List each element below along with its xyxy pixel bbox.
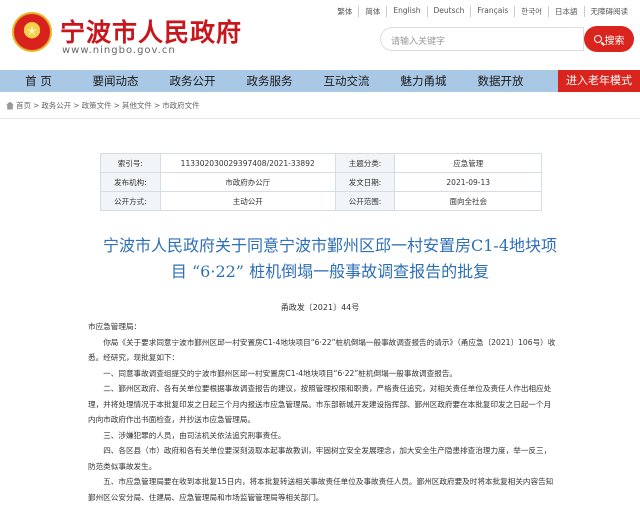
table-row: 发布机构: 市政府办公厅 发文日期: 2021-09-13: [100, 172, 542, 192]
search-button-label: 搜索: [604, 35, 625, 47]
meta-key: 主题分类:: [334, 153, 396, 173]
site-url: www.ningbo.gov.cn: [62, 45, 176, 56]
paragraph: 三、涉嫌犯罪的人员，由司法机关依法追究刑事责任。: [103, 430, 286, 440]
site-title[interactable]: 宁波市人民政府: [60, 13, 242, 49]
nav-news[interactable]: 要闻动态: [77, 70, 154, 92]
meta-key: 公开范围:: [334, 191, 396, 211]
elder-mode-button[interactable]: 进入老年模式: [558, 70, 640, 92]
accessibility-link[interactable]: 无障碍阅读: [583, 6, 635, 17]
site-header: 繁体 简体 English Deutsch Français 한국어 日本語 无…: [0, 0, 640, 70]
article-content: 索引号: 113302030029397408/2021-33892 主题分类:…: [0, 118, 640, 522]
meta-value: 应急管理: [394, 153, 542, 173]
home-icon: [6, 101, 14, 110]
paragraph: 一、同意事故调查组提交的宁波市鄞州区邱一村安置房C1-4地块项目“6·22”桩机…: [103, 368, 458, 378]
search-button[interactable]: 搜索: [584, 26, 634, 52]
nav-city-charm[interactable]: 魅力甬城: [385, 70, 462, 92]
lang-deutsch[interactable]: Deutsch: [426, 6, 471, 17]
document-title: 宁波市人民政府关于同意宁波市鄞州区邱一村安置房C1-4地块项 目 “6·22” …: [80, 233, 580, 285]
breadcrumb-gov-affairs[interactable]: 政务公开: [41, 100, 71, 111]
document-meta-table: 索引号: 113302030029397408/2021-33892 主题分类:…: [100, 153, 542, 211]
search-icon: [593, 35, 602, 43]
lang-japanese[interactable]: 日本語: [548, 6, 584, 17]
nav-interaction[interactable]: 互动交流: [308, 70, 385, 92]
document-title-line: 目 “6·22” 桩机倒塌一般事故调查报告的批复: [170, 262, 490, 281]
search-input[interactable]: 请输入关键字: [380, 27, 584, 51]
document-body: 市应急管理局： 你局《关于要求同意宁波市鄞州区邱一村安置房C1-4地块项目“6·…: [88, 319, 558, 505]
meta-key: 索引号:: [100, 153, 161, 173]
meta-value: 2021-09-13: [394, 172, 542, 192]
nav-gov-services[interactable]: 政务服务: [231, 70, 308, 92]
meta-value: 面向全社会: [394, 191, 542, 211]
paragraph: 市应急管理局：: [88, 322, 142, 331]
nav-home[interactable]: 首 页: [0, 70, 77, 92]
meta-value: 市政府办公厅: [159, 172, 336, 192]
paragraph: 五、市应急管理局要在收到本批复15日内，将本批复转送相关事故责任单位及事故责任人…: [88, 477, 554, 502]
nav-open-data[interactable]: 数据开放: [462, 70, 539, 92]
breadcrumb-policy[interactable]: 政策文件: [82, 100, 112, 111]
lang-traditional[interactable]: 繁体: [331, 6, 358, 17]
breadcrumb: 首页 > 政务公开 > 政策文件 > 其他文件 > 市政府文件: [6, 100, 200, 111]
lang-korean[interactable]: 한국어: [514, 6, 548, 17]
paragraph: 四、各区县（市）政府和各有关单位要深刻汲取本起事故教训，牢固树立安全发展理念，加…: [88, 446, 552, 471]
breadcrumb-home[interactable]: 首页: [16, 100, 31, 111]
breadcrumb-city-docs[interactable]: 市政府文件: [162, 100, 200, 111]
table-row: 索引号: 113302030029397408/2021-33892 主题分类:…: [100, 153, 542, 173]
lang-english[interactable]: English: [386, 6, 426, 17]
document-title-line: 宁波市人民政府关于同意宁波市鄞州区邱一村安置房C1-4地块项: [102, 236, 557, 255]
main-nav: 首 页 要闻动态 政务公开 政务服务 互动交流 魅力甬城 数据开放 进入老年模式: [0, 70, 640, 92]
lang-simplified[interactable]: 简体: [358, 6, 386, 17]
language-links: 繁体 简体 English Deutsch Français 한국어 日本語 无…: [331, 6, 634, 17]
table-row: 公开方式: 主动公开 公开范围: 面向全社会: [100, 191, 542, 211]
nav-gov-affairs[interactable]: 政务公开: [154, 70, 231, 92]
lang-francais[interactable]: Français: [470, 6, 514, 17]
meta-key: 发布机构:: [100, 172, 161, 192]
paragraph: 二、鄞州区政府、各有关单位要根据事故调查报告的建议，按照管理权限和职责，严格责任…: [88, 384, 552, 424]
document-number: 甬政发〔2021〕44号: [280, 303, 360, 312]
meta-value: 主动公开: [159, 191, 336, 211]
meta-key: 公开方式:: [100, 191, 161, 211]
meta-value: 113302030029397408/2021-33892: [159, 153, 336, 173]
meta-key: 发文日期:: [334, 172, 396, 192]
breadcrumb-other[interactable]: 其他文件: [122, 100, 152, 111]
national-emblem-icon: [12, 12, 52, 52]
paragraph: 你局《关于要求同意宁波市鄞州区邱一村安置房C1-4地块项目“6·22”桩机倒塌一…: [88, 337, 556, 363]
